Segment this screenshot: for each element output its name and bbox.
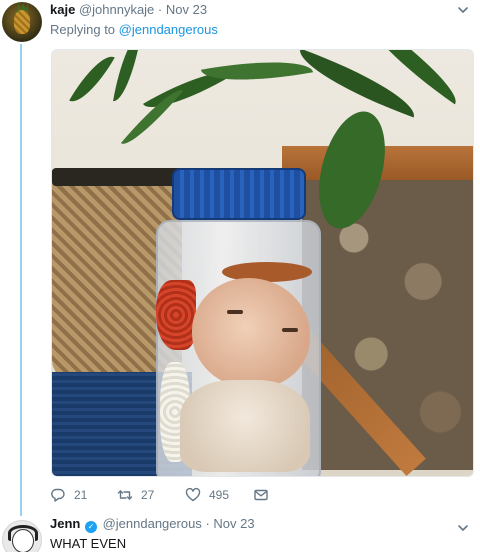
like-count: 495: [209, 488, 230, 502]
like-button[interactable]: 495: [185, 486, 253, 504]
tweet-timestamp[interactable]: Nov 23: [213, 516, 254, 531]
tweet-timestamp[interactable]: Nov 23: [166, 2, 207, 17]
verified-badge-icon: ✓: [84, 521, 97, 533]
photo-doll-eye: [227, 310, 243, 314]
replying-to-line: Replying to @jenndangerous: [50, 22, 218, 38]
tweet-header: kaje @johnnykaje · Nov 23: [50, 2, 207, 18]
chevron-down-icon[interactable]: [456, 521, 470, 535]
photo-blue-jar-lid: [172, 168, 306, 220]
retweet-button[interactable]: 27: [117, 486, 185, 504]
chevron-down-icon[interactable]: [456, 3, 470, 17]
separator-dot: ·: [157, 2, 163, 17]
tweet-header: Jenn ✓ @jenndangerous · Nov 23: [50, 516, 255, 533]
separator-dot: ·: [205, 516, 210, 531]
photo-second-doll-face: [180, 380, 310, 472]
photo-doll-head: [192, 278, 310, 388]
avatar[interactable]: [2, 520, 42, 552]
author-name[interactable]: Jenn: [50, 516, 80, 531]
author-handle[interactable]: @jenndangerous: [103, 516, 202, 531]
tweet-jenn[interactable]: Jenn ✓ @jenndangerous · Nov 23 WHAT EVEN: [0, 514, 480, 552]
photo-doll-hair: [156, 280, 196, 350]
reply-mention-link[interactable]: @jenndangerous: [119, 22, 218, 37]
retweet-icon: [117, 487, 133, 503]
avatar[interactable]: [2, 2, 42, 42]
reply-button[interactable]: 21: [50, 486, 117, 504]
tweet-photo[interactable]: [51, 49, 474, 477]
author-name[interactable]: kaje: [50, 2, 75, 17]
avatar-face-graphic: [12, 529, 34, 552]
tweet-kaje[interactable]: kaje @johnnykaje · Nov 23 Replying to @j…: [0, 0, 480, 512]
direct-message-button[interactable]: [253, 486, 273, 504]
author-handle[interactable]: @johnnykaje: [79, 2, 154, 17]
envelope-icon: [253, 487, 269, 503]
photo-basket-rim: [52, 168, 187, 186]
pineapple-graphic: [14, 10, 30, 34]
replying-to-label: Replying to: [50, 22, 116, 37]
reply-count: 21: [74, 488, 88, 502]
heart-icon: [185, 487, 201, 503]
reply-icon: [50, 487, 66, 503]
tweet-actions: 21 27 495: [50, 486, 273, 504]
photo-doll-eye: [282, 328, 298, 332]
tweet-text: WHAT EVEN: [50, 536, 127, 551]
retweet-count: 27: [141, 488, 155, 502]
